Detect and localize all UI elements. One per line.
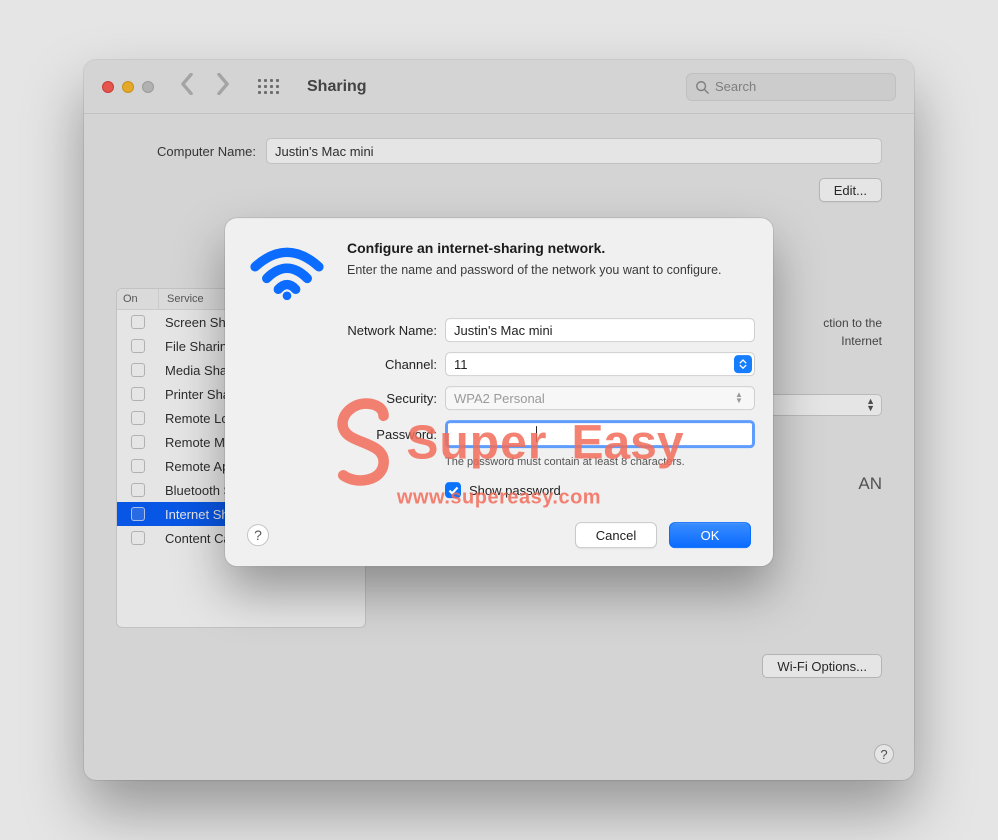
lan-partial-label: AN xyxy=(858,474,882,494)
network-name-input[interactable] xyxy=(445,318,755,342)
help-icon[interactable]: ? xyxy=(874,744,894,764)
computer-name-label: Computer Name: xyxy=(116,144,256,159)
checkbox-icon[interactable] xyxy=(131,459,145,473)
password-input[interactable] xyxy=(445,420,755,448)
nav-arrows xyxy=(180,73,230,100)
window-title: Sharing xyxy=(307,78,367,96)
dialog-subtitle: Enter the name and password of the netwo… xyxy=(347,262,722,280)
computer-name-row: Computer Name: xyxy=(116,138,882,164)
security-label: Security: xyxy=(267,391,437,406)
show-password-row: Show password xyxy=(445,482,755,498)
network-name-label: Network Name: xyxy=(267,323,437,338)
apps-grid-icon[interactable] xyxy=(258,79,279,94)
back-icon[interactable] xyxy=(180,73,194,100)
checkbox-icon[interactable] xyxy=(131,411,145,425)
minimize-icon[interactable] xyxy=(122,81,134,93)
col-on: On xyxy=(117,289,159,309)
security-value: WPA2 Personal xyxy=(454,391,545,406)
show-password-label: Show password xyxy=(469,483,561,498)
edit-button[interactable]: Edit... xyxy=(819,178,882,202)
titlebar: Sharing Search xyxy=(84,60,914,114)
computer-name-input[interactable] xyxy=(266,138,882,164)
internet-sharing-dialog: Configure an internet-sharing network. E… xyxy=(225,218,773,566)
channel-select[interactable]: 11 xyxy=(445,352,755,376)
zoom-icon[interactable] xyxy=(142,81,154,93)
cancel-button[interactable]: Cancel xyxy=(575,522,657,548)
checkbox-icon[interactable] xyxy=(131,315,145,329)
dialog-title: Configure an internet-sharing network. xyxy=(347,240,722,256)
chevron-updown-icon: ▲▼ xyxy=(866,398,875,412)
show-password-checkbox[interactable] xyxy=(445,482,461,498)
checkbox-icon[interactable] xyxy=(131,483,145,497)
dialog-form: Network Name: Channel: 11 Security: WPA2… xyxy=(267,318,751,498)
ok-button[interactable]: OK xyxy=(669,522,751,548)
channel-value: 11 xyxy=(454,357,468,372)
search-placeholder: Search xyxy=(715,79,756,94)
checkbox-icon[interactable] xyxy=(131,387,145,401)
checkbox-icon[interactable] xyxy=(131,507,145,521)
chevron-updown-icon: ▲▼ xyxy=(732,392,746,404)
password-label: Password: xyxy=(267,427,437,442)
help-icon[interactable]: ? xyxy=(247,524,269,546)
search-input[interactable]: Search xyxy=(686,73,896,101)
forward-icon[interactable] xyxy=(216,73,230,100)
password-hint: The password must contain at least 8 cha… xyxy=(445,456,755,468)
checkbox-icon[interactable] xyxy=(131,339,145,353)
check-icon xyxy=(448,486,459,495)
checkbox-icon[interactable] xyxy=(131,435,145,449)
chevron-updown-icon[interactable] xyxy=(734,355,752,373)
checkbox-icon[interactable] xyxy=(131,363,145,377)
channel-label: Channel: xyxy=(267,357,437,372)
checkbox-icon[interactable] xyxy=(131,531,145,545)
window-traffic-lights xyxy=(102,81,154,93)
wifi-icon xyxy=(247,240,327,300)
text-caret xyxy=(536,426,537,442)
security-select[interactable]: WPA2 Personal ▲▼ xyxy=(445,386,755,410)
close-icon[interactable] xyxy=(102,81,114,93)
wifi-options-button[interactable]: Wi-Fi Options... xyxy=(762,654,882,678)
search-icon xyxy=(695,80,709,94)
